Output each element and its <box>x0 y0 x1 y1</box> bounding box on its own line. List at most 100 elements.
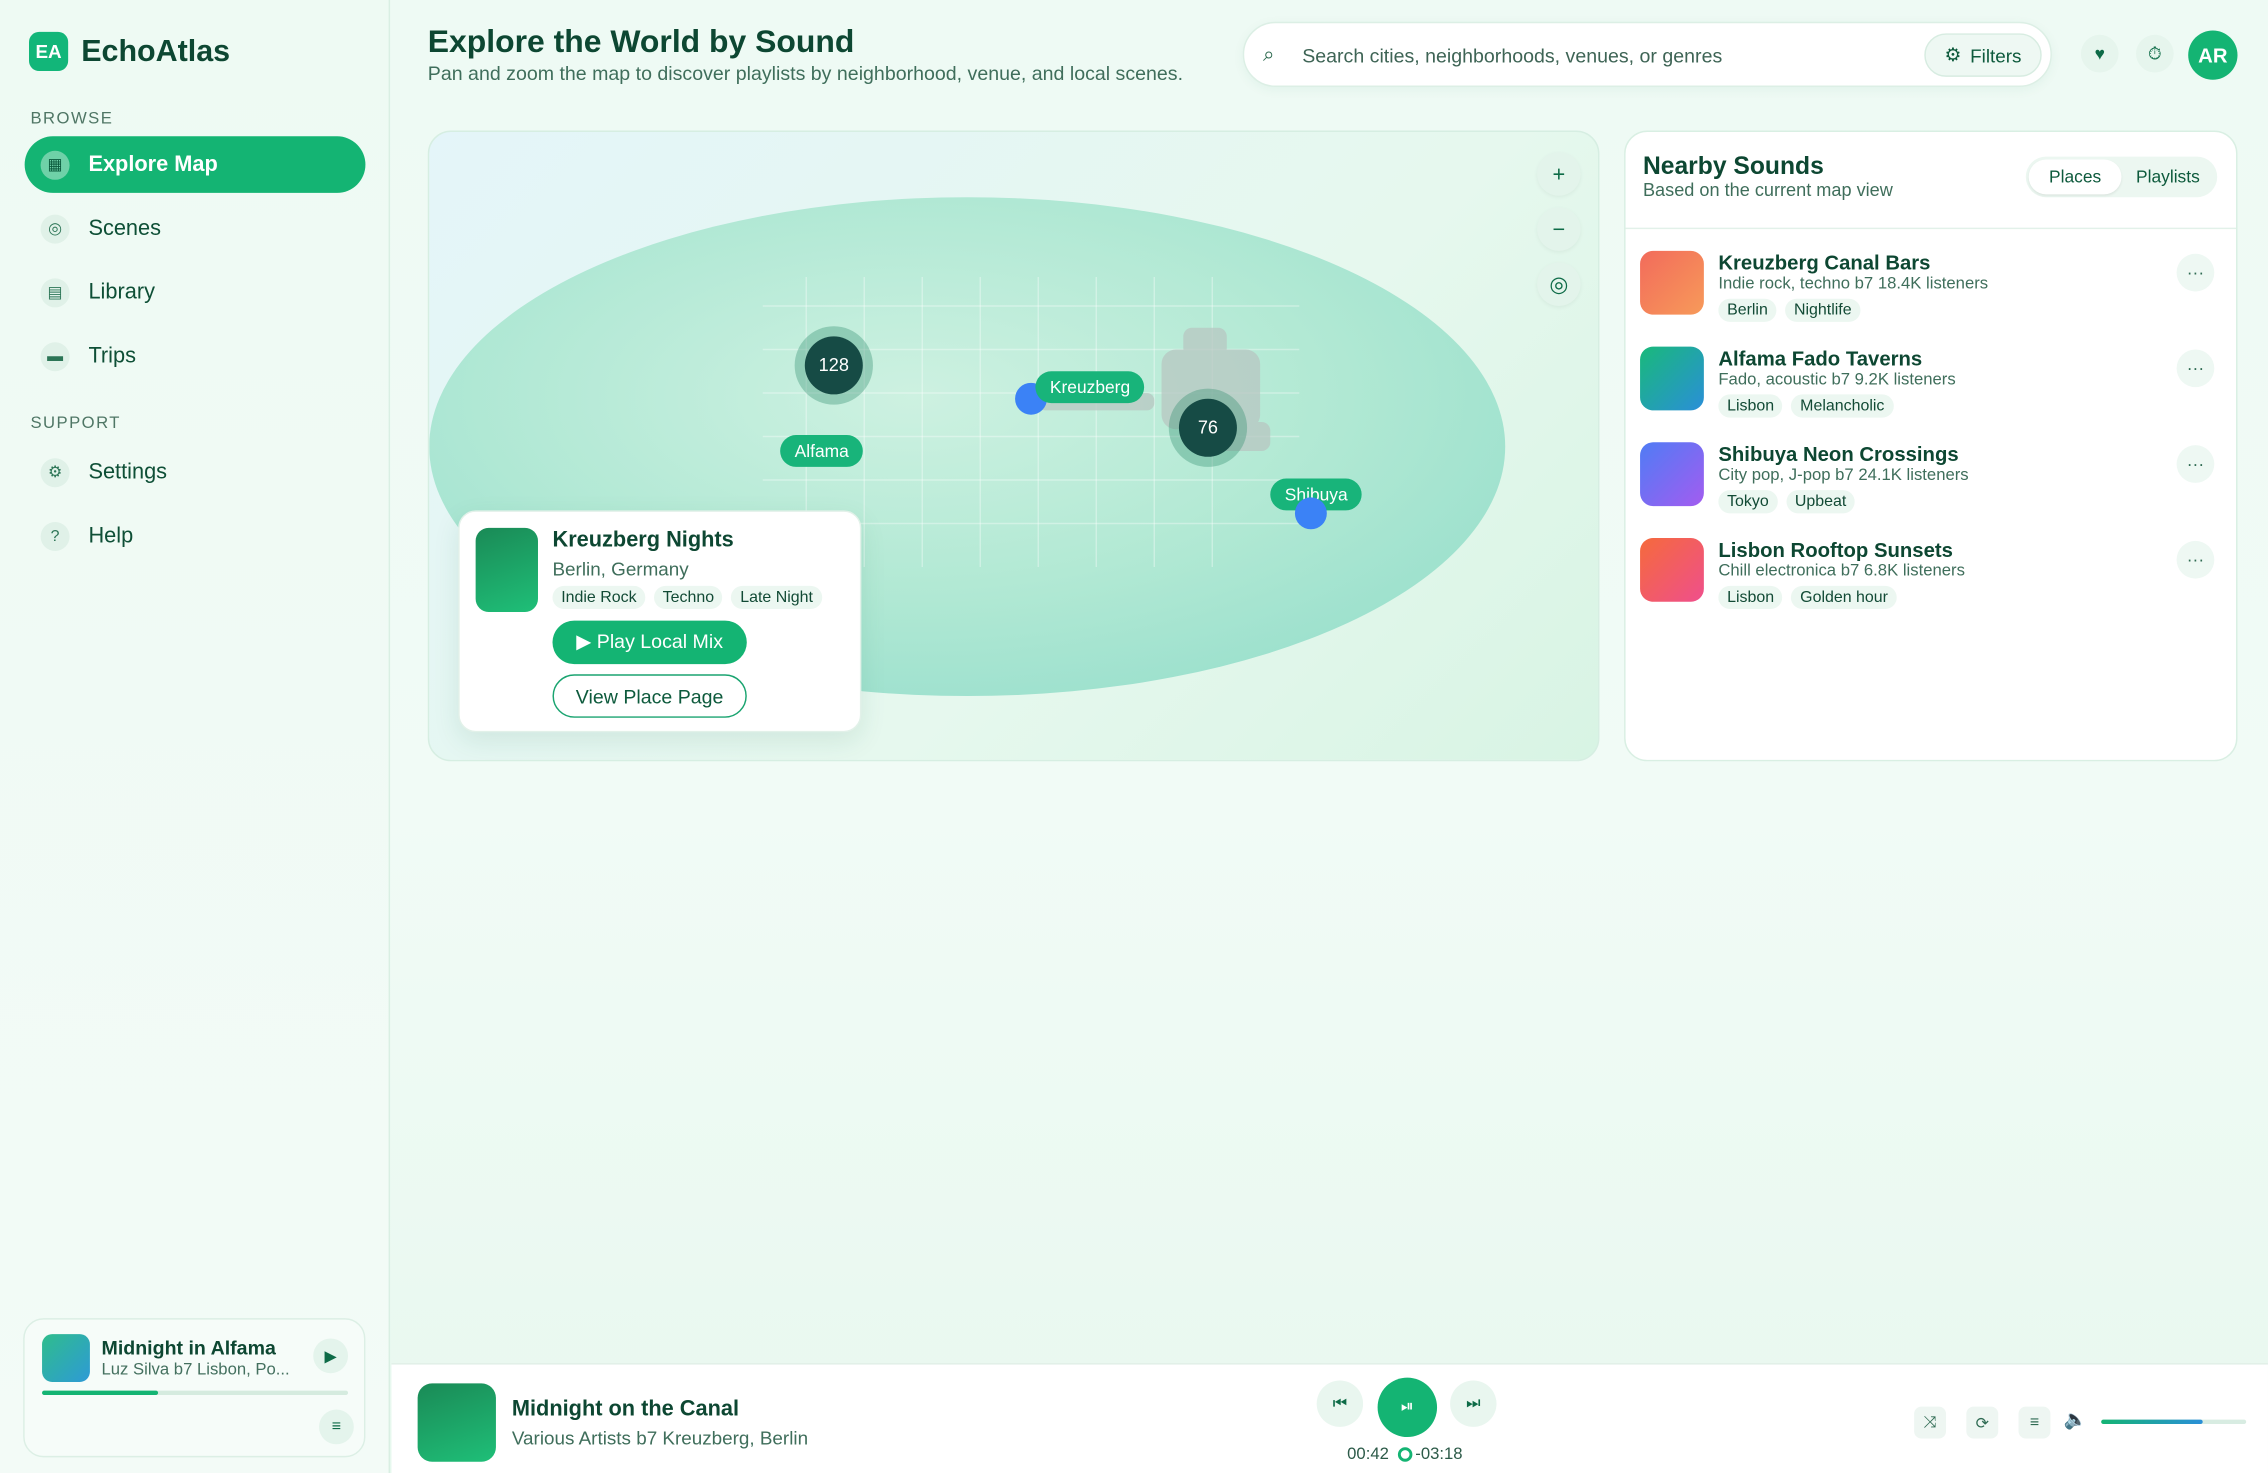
compass-icon: ◎ <box>40 213 70 243</box>
view-toggle: Places Playlists <box>2025 156 2218 198</box>
tag: Techno <box>653 585 723 610</box>
nearby-panel: Nearby Sounds Based on the current map v… <box>1624 130 2238 762</box>
nav-item-label: Library <box>88 279 155 305</box>
support-section-label: SUPPORT <box>30 414 121 433</box>
place-location: Berlin, Germany <box>552 558 689 581</box>
mini-player-title: Midnight in Alfama <box>101 1336 276 1359</box>
nav-item-label: Explore Map <box>88 152 218 177</box>
now-playing-subtitle: Various Artists b7 Kreuzberg, Berlin <box>511 1426 809 1449</box>
list-item-title: Kreuzberg Canal Bars <box>1718 250 1931 275</box>
search-bar[interactable]: ⌕ ⚙ Filters <box>1242 21 2052 88</box>
next-icon[interactable]: ⏭ <box>1450 1380 1497 1427</box>
zoom-out-button[interactable]: − <box>1537 207 1581 251</box>
tag: Tokyo <box>1718 490 1778 514</box>
now-playing-bar: Midnight on the Canal Various Artists b7… <box>391 1363 2268 1473</box>
mini-player-artwork <box>42 1334 90 1382</box>
volume-icon[interactable]: 🔈 <box>2063 1408 2086 1431</box>
filters-button[interactable]: ⚙ Filters <box>1924 33 2042 77</box>
remaining-time: -03:18 <box>1415 1445 1463 1464</box>
volume-slider[interactable] <box>2101 1419 2247 1424</box>
list-item[interactable]: Lisbon Rooftop Sunsets Chill electronica… <box>1626 537 2236 628</box>
tag: Upbeat <box>1786 490 1856 514</box>
list-item-subtitle: Fado, acoustic b7 9.2K listeners <box>1718 371 1956 389</box>
list-item-artwork <box>1640 442 1704 507</box>
tag: Nightlife <box>1785 298 1861 322</box>
queue-icon[interactable]: ≡ <box>319 1409 354 1445</box>
tab-playlists[interactable]: Playlists <box>2121 160 2214 195</box>
list-item-title: Lisbon Rooftop Sunsets <box>1718 537 1953 562</box>
divider <box>1625 227 2237 230</box>
list-item-artwork <box>1640 346 1704 411</box>
sidebar: EA EchoAtlas BROWSE ▦ Explore Map ◎ Scen… <box>0 0 391 1473</box>
map-pin-label-kreuzberg[interactable]: Kreuzberg <box>1035 371 1145 404</box>
place-title: Kreuzberg Nights <box>552 527 734 553</box>
tag: Golden hour <box>1791 585 1897 610</box>
list-item-tags: Lisbon Golden hour <box>1718 585 1897 610</box>
tag: Lisbon <box>1718 585 1783 610</box>
volume-fill <box>2101 1419 2203 1424</box>
list-item-artwork <box>1640 537 1704 602</box>
map-cluster[interactable]: 76 <box>1168 388 1248 467</box>
brand[interactable]: EA EchoAtlas <box>29 31 230 72</box>
more-options-icon[interactable]: ··· <box>2176 540 2215 579</box>
nav-item-trips[interactable]: ▬ Trips <box>25 328 366 385</box>
list-item[interactable]: Alfama Fado Taverns Fado, acoustic b7 9.… <box>1626 346 2236 437</box>
mini-play-button[interactable]: ▶ <box>313 1338 349 1374</box>
more-options-icon[interactable]: ··· <box>2176 445 2215 483</box>
list-item[interactable]: Kreuzberg Canal Bars Indie rock, techno … <box>1626 250 2236 341</box>
place-artwork <box>475 527 538 612</box>
car-icon: ▬ <box>40 341 70 371</box>
cluster-count: 76 <box>1178 398 1237 457</box>
mini-player[interactable]: Midnight in Alfama Luz Silva b7 Lisbon, … <box>23 1318 366 1458</box>
list-item-tags: Tokyo Upbeat <box>1718 490 1856 514</box>
nav-item-label: Help <box>88 523 134 549</box>
cluster-count: 128 <box>804 336 863 395</box>
mini-progress-fill <box>42 1390 159 1395</box>
view-place-page-button[interactable]: View Place Page <box>552 674 747 718</box>
mini-player-subtitle: Luz Silva b7 Lisbon, Po... <box>101 1361 290 1380</box>
map-icon: ▦ <box>40 150 70 180</box>
more-options-icon[interactable]: ··· <box>2176 253 2215 292</box>
favorite-icon[interactable]: ♥ <box>2080 34 2119 73</box>
map-cluster[interactable]: 128 <box>794 326 873 405</box>
mini-progress-bar[interactable] <box>42 1390 349 1395</box>
queue-icon[interactable]: ≡ <box>2018 1406 2051 1439</box>
list-item-tags: Lisbon Melancholic <box>1718 394 1894 418</box>
scrubber-handle[interactable] <box>1397 1447 1413 1462</box>
list-item-subtitle: City pop, J-pop b7 24.1K listeners <box>1718 466 1969 485</box>
more-options-icon[interactable]: ··· <box>2176 349 2215 388</box>
nav-item-label: Scenes <box>88 216 162 241</box>
map-pin-shibuya[interactable] <box>1294 497 1327 530</box>
repeat-icon[interactable]: ⟳ <box>1966 1406 1999 1439</box>
list-item-title: Shibuya Neon Crossings <box>1718 442 1959 466</box>
compass-icon[interactable]: ◎ <box>1537 262 1581 306</box>
list-item-subtitle: Indie rock, techno b7 18.4K listeners <box>1718 275 1989 293</box>
books-icon: ▤ <box>40 277 70 307</box>
tag: Melancholic <box>1791 394 1894 418</box>
map-view[interactable]: + − ◎ 128 76 Kreuzberg Alfama Shibuya Kr… <box>427 130 1600 762</box>
nav-item-help[interactable]: ? Help <box>25 508 366 565</box>
nav-item-explore-map[interactable]: ▦ Explore Map <box>24 136 366 193</box>
tab-places[interactable]: Places <box>2028 159 2122 195</box>
timer-icon[interactable]: ⏱ <box>2135 34 2174 73</box>
avatar[interactable]: AR <box>2188 30 2238 80</box>
nav-item-label: Settings <box>88 459 168 485</box>
nav-item-scenes[interactable]: ◎ Scenes <box>25 200 366 257</box>
list-item-artwork <box>1640 250 1704 315</box>
shuffle-icon[interactable]: ⤨ <box>1914 1406 1947 1439</box>
list-item-title: Alfama Fado Taverns <box>1718 346 1923 370</box>
nav-item-library[interactable]: ▤ Library <box>25 264 366 321</box>
place-card: Kreuzberg Nights Berlin, Germany Indie R… <box>458 510 862 733</box>
gear-icon: ⚙ <box>1944 43 1962 66</box>
help-icon: ? <box>40 521 70 551</box>
search-input[interactable] <box>1302 39 1912 72</box>
map-pin-label-alfama[interactable]: Alfama <box>780 435 864 467</box>
play-pause-button[interactable]: ⏯ <box>1377 1377 1438 1438</box>
list-item[interactable]: Shibuya Neon Crossings City pop, J-pop b… <box>1626 442 2236 532</box>
play-local-mix-button[interactable]: ▶ Play Local Mix <box>552 620 747 665</box>
previous-icon[interactable]: ⏮ <box>1316 1380 1364 1427</box>
zoom-in-button[interactable]: + <box>1537 152 1581 196</box>
list-item-subtitle: Chill electronica b7 6.8K listeners <box>1718 562 1965 581</box>
panel-title: Nearby Sounds <box>1642 152 1824 180</box>
nav-item-settings[interactable]: ⚙ Settings <box>25 444 366 501</box>
